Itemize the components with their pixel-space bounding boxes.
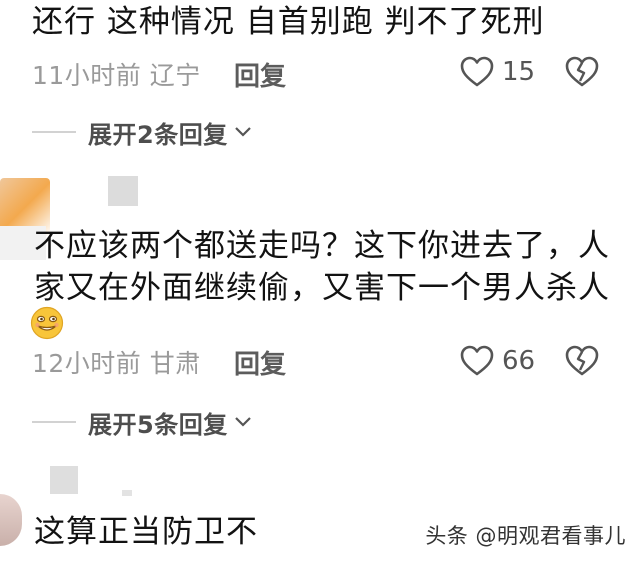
broken-heart-icon	[565, 345, 599, 376]
comment-1-expand-replies[interactable]: 展开2条回复	[32, 114, 252, 150]
expand-divider	[32, 131, 76, 133]
comment-2-expand-replies[interactable]: 展开5条回复	[32, 404, 252, 440]
comment-2-like-count: 66	[502, 346, 536, 376]
comment-1-like-button[interactable]: 15	[460, 56, 535, 88]
chevron-down-icon	[234, 417, 251, 427]
comment-2-like-button[interactable]: 66	[460, 345, 535, 377]
comment-2-text-line-1: 不应该两个都送走吗？这下你进去了，人	[34, 228, 610, 264]
heart-outline-icon	[460, 345, 494, 376]
comment-1-reply-button[interactable]: 回复	[234, 56, 286, 93]
expand-replies-label: 展开2条回复	[88, 120, 228, 149]
expand-replies-label: 展开5条回复	[88, 410, 228, 439]
username-mosaic	[50, 466, 78, 494]
comment-2-dislike-button[interactable]	[565, 345, 599, 381]
grinning-face-emoji	[30, 306, 64, 340]
broken-heart-icon	[565, 56, 599, 87]
comment-1-like-count: 15	[502, 57, 536, 87]
comment-2-meta: 12小时前 甘肃 回复	[32, 342, 632, 382]
chevron-down-icon	[234, 127, 251, 137]
comment-1-meta: 11小时前 辽宁 回复	[32, 54, 632, 94]
username-mosaic	[108, 176, 138, 206]
avatar[interactable]	[0, 494, 22, 546]
comment-1-dislike-button[interactable]	[565, 56, 599, 92]
comment-1-text: 还行 这种情况 自首别跑 判不了死刑	[32, 4, 545, 40]
comment-3-text: 这算正当防卫不	[34, 514, 258, 550]
expand-divider	[32, 421, 76, 423]
comment-2-text-line-2: 家又在外面继续偷，又害下一个男人杀人	[34, 270, 610, 306]
comment-2-time-location: 12小时前 甘肃	[32, 349, 201, 378]
watermark: 头条 @明观君看事儿	[425, 524, 626, 548]
username-mosaic	[122, 490, 132, 496]
heart-outline-icon	[460, 56, 494, 87]
comment-1-time-location: 11小时前 辽宁	[32, 61, 201, 90]
comment-2-reply-button[interactable]: 回复	[234, 344, 286, 381]
